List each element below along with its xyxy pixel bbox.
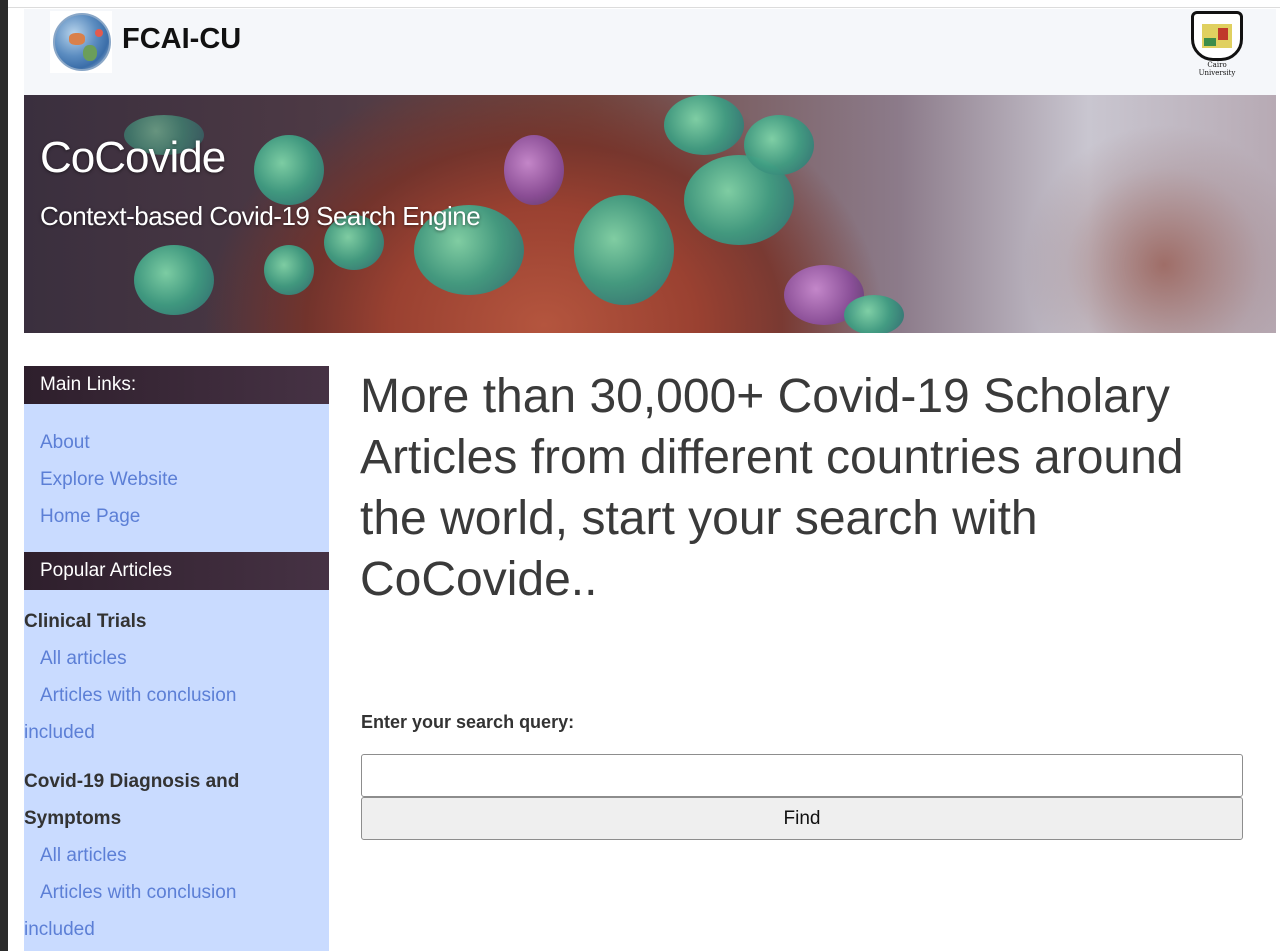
- sidebar-link-about[interactable]: About: [40, 432, 90, 454]
- brand-name[interactable]: FCAI-CU: [122, 23, 241, 56]
- fcai-logo[interactable]: [50, 11, 112, 73]
- diagnosis-conclusion-link[interactable]: Articles with conclusion: [40, 882, 236, 904]
- globe-logo-icon: [53, 13, 111, 71]
- find-button[interactable]: Find: [361, 797, 1243, 840]
- search-label: Enter your search query:: [361, 712, 575, 732]
- main-heading: More than 30,000+ Covid-19 Scholary Arti…: [360, 370, 1184, 606]
- diagnosis-conclusion-link-cont[interactable]: included: [24, 919, 95, 941]
- popular-articles-header: Popular Articles: [24, 552, 329, 590]
- cairo-university-logo[interactable]: Cairo University: [1188, 11, 1246, 77]
- category-clinical-trials: Clinical Trials: [24, 611, 147, 632]
- search-input[interactable]: [361, 754, 1243, 797]
- university-logo-text: Cairo University: [1198, 61, 1236, 77]
- window-edge: [0, 0, 8, 951]
- sidebar-link-explore-website[interactable]: Explore Website: [40, 469, 178, 491]
- clinical-trials-conclusion-link[interactable]: Articles with conclusion: [40, 685, 236, 707]
- hero-subtitle: Context-based Covid-19 Search Engine: [40, 201, 481, 231]
- sidebar: Main Links: About Explore Website Home P…: [24, 366, 329, 951]
- hero-title: CoCovide: [40, 133, 226, 182]
- university-shield-icon: [1191, 11, 1243, 61]
- main-links-header: Main Links:: [24, 366, 329, 404]
- category-diagnosis-symptoms-cont: Symptoms: [24, 808, 122, 829]
- clinical-trials-all-articles-link[interactable]: All articles: [40, 648, 127, 670]
- browser-top-border: [8, 0, 1280, 8]
- top-bar: FCAI-CU Cairo University: [24, 9, 1276, 95]
- clinical-trials-conclusion-link-cont[interactable]: included: [24, 722, 95, 744]
- sidebar-link-home-page[interactable]: Home Page: [40, 506, 140, 528]
- hero-banner: CoCovide Context-based Covid-19 Search E…: [24, 95, 1276, 333]
- category-diagnosis-symptoms: Covid-19 Diagnosis and: [24, 771, 240, 792]
- diagnosis-all-articles-link[interactable]: All articles: [40, 845, 127, 867]
